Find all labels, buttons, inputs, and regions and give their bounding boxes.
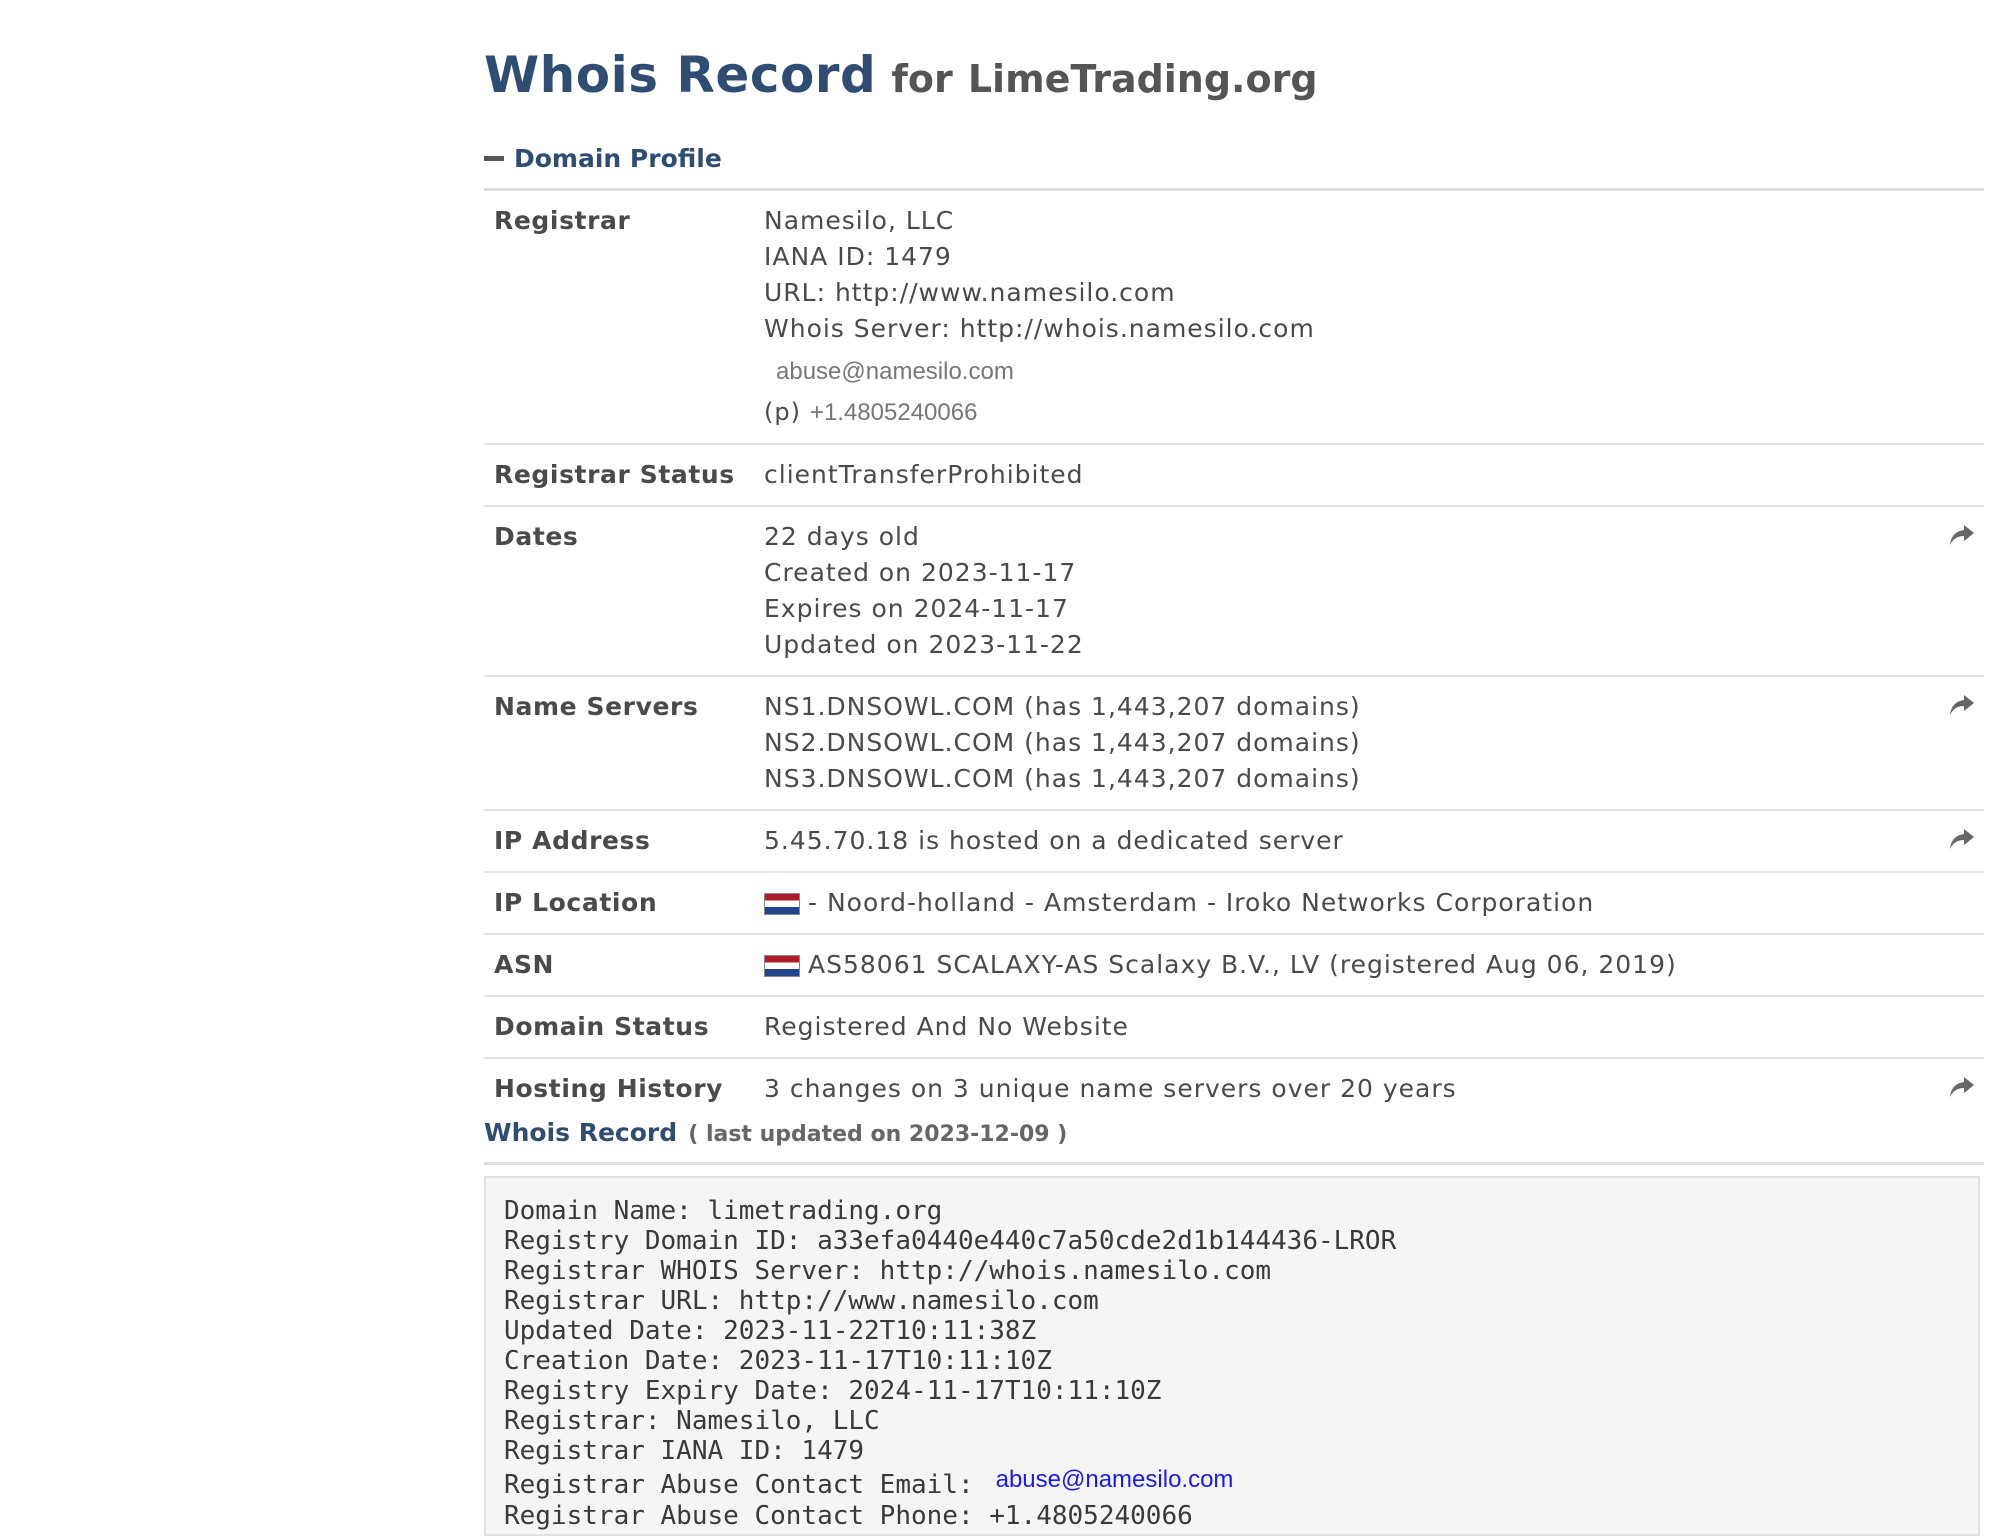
divider bbox=[484, 1162, 1984, 1165]
dates-expires: Expires on 2024-11-17 bbox=[764, 594, 1069, 623]
registrar-email: abuse@namesilo.com bbox=[764, 353, 1984, 390]
registrar-iana: IANA ID: 1479 bbox=[764, 242, 952, 271]
name-server-item: NS3.DNSOWL.COM (has 1,443,207 domains) bbox=[764, 764, 1361, 793]
page-title-for: for bbox=[891, 57, 953, 101]
registrar-status-label: Registrar Status bbox=[494, 460, 735, 489]
registrar-phone: (p) +1.4805240066 bbox=[764, 394, 1984, 431]
registrar-email-text: abuse@namesilo.com bbox=[776, 358, 1014, 385]
netherlands-flag-icon bbox=[764, 955, 800, 977]
ip-address-label: IP Address bbox=[494, 826, 651, 855]
raw-whois-line: Registrar URL: http://www.namesilo.com bbox=[504, 1286, 1099, 1316]
row-registrar-status: Registrar Status clientTransferProhibite… bbox=[484, 445, 1984, 507]
share-arrow-icon[interactable] bbox=[1948, 825, 1976, 853]
domain-profile-label: Domain Profile bbox=[514, 144, 722, 173]
share-arrow-icon[interactable] bbox=[1948, 691, 1976, 719]
ip-location-label: IP Location bbox=[494, 888, 658, 917]
row-registrar: Registrar Namesilo, LLC IANA ID: 1479 UR… bbox=[484, 191, 1984, 445]
registrar-status-value: clientTransferProhibited bbox=[764, 460, 1084, 489]
hosting-history-value: 3 changes on 3 unique name servers over … bbox=[764, 1074, 1457, 1103]
name-servers-value: NS1.DNSOWL.COM (has 1,443,207 domains) N… bbox=[764, 689, 1984, 797]
ip-location-value-wrap: - Noord-holland - Amsterdam - Iroko Netw… bbox=[764, 885, 1984, 921]
raw-whois-line: Registry Expiry Date: 2024-11-17T10:11:1… bbox=[504, 1376, 1162, 1406]
raw-whois-line: Registry Domain ID: a33efa0440e440c7a50c… bbox=[504, 1226, 1397, 1256]
page-title-main: Whois Record bbox=[484, 46, 877, 104]
dates-updated: Updated on 2023-11-22 bbox=[764, 630, 1084, 659]
whois-record-heading: Whois Record ( last updated on 2023-12-0… bbox=[484, 1118, 1067, 1147]
registrar-value: Namesilo, LLC IANA ID: 1479 URL: http://… bbox=[764, 203, 1984, 431]
page-title-domain: LimeTrading.org bbox=[967, 57, 1318, 101]
raw-whois-abuse-email-line: Registrar Abuse Contact Email: abuse@name… bbox=[504, 1466, 1960, 1501]
name-servers-label: Name Servers bbox=[494, 692, 699, 721]
asn-value-wrap: AS58061 SCALAXY-AS Scalaxy B.V., LV (reg… bbox=[764, 947, 1984, 983]
share-arrow-icon[interactable] bbox=[1948, 521, 1976, 549]
row-name-servers: Name Servers NS1.DNSOWL.COM (has 1,443,2… bbox=[484, 677, 1984, 811]
raw-whois-box: Domain Name: limetrading.org Registry Do… bbox=[484, 1176, 1980, 1536]
registrar-whois-server: Whois Server: http://whois.namesilo.com bbox=[764, 314, 1315, 343]
row-domain-status: Domain Status Registered And No Website bbox=[484, 997, 1984, 1059]
raw-whois-line: Registrar IANA ID: 1479 bbox=[504, 1436, 865, 1466]
row-ip-location: IP Location - Noord-holland - Amsterdam … bbox=[484, 873, 1984, 935]
page-title: Whois Record for LimeTrading.org bbox=[484, 46, 1318, 104]
netherlands-flag-icon bbox=[764, 893, 800, 915]
raw-whois-line: Registrar Abuse Contact Phone: +1.480524… bbox=[504, 1501, 1193, 1531]
dates-value: 22 days old Created on 2023-11-17 Expire… bbox=[764, 519, 1984, 663]
row-hosting-history: Hosting History 3 changes on 3 unique na… bbox=[484, 1059, 1984, 1119]
dates-label: Dates bbox=[494, 522, 579, 551]
abuse-email-label: Registrar Abuse Contact Email: bbox=[504, 1470, 974, 1500]
raw-whois-line: Registrar WHOIS Server: http://whois.nam… bbox=[504, 1256, 1272, 1286]
dates-created: Created on 2023-11-17 bbox=[764, 558, 1077, 587]
minus-icon bbox=[484, 156, 504, 161]
whois-record-title[interactable]: Whois Record bbox=[484, 1118, 677, 1147]
registrar-phone-text: +1.4805240066 bbox=[809, 399, 978, 426]
raw-whois-line: Registrar: Namesilo, LLC bbox=[504, 1406, 880, 1436]
domain-status-value: Registered And No Website bbox=[764, 1012, 1129, 1041]
raw-whois-line: Domain Name: limetrading.org bbox=[504, 1196, 943, 1226]
asn-value: AS58061 SCALAXY-AS Scalaxy B.V., LV (reg… bbox=[808, 950, 1677, 979]
asn-label: ASN bbox=[494, 950, 555, 979]
domain-profile-toggle[interactable]: Domain Profile bbox=[484, 144, 722, 173]
ip-location-value: - Noord-holland - Amsterdam - Iroko Netw… bbox=[808, 888, 1595, 917]
raw-whois-line: Creation Date: 2023-11-17T10:11:10Z bbox=[504, 1346, 1052, 1376]
whois-record-updated: ( last updated on 2023-12-09 ) bbox=[688, 1122, 1068, 1147]
domain-profile-table: Registrar Namesilo, LLC IANA ID: 1479 UR… bbox=[484, 188, 1984, 1119]
registrar-label: Registrar bbox=[494, 206, 631, 235]
domain-status-label: Domain Status bbox=[494, 1012, 710, 1041]
phone-prefix: (p) bbox=[764, 398, 801, 426]
name-server-item: NS2.DNSOWL.COM (has 1,443,207 domains) bbox=[764, 728, 1361, 757]
name-server-item: NS1.DNSOWL.COM (has 1,443,207 domains) bbox=[764, 692, 1361, 721]
hosting-history-label: Hosting History bbox=[494, 1074, 724, 1103]
registrar-name: Namesilo, LLC bbox=[764, 206, 955, 235]
row-dates: Dates 22 days old Created on 2023-11-17 … bbox=[484, 507, 1984, 677]
share-arrow-icon[interactable] bbox=[1948, 1073, 1976, 1101]
row-asn: ASN AS58061 SCALAXY-AS Scalaxy B.V., LV … bbox=[484, 935, 1984, 997]
dates-age: 22 days old bbox=[764, 522, 920, 551]
abuse-email-text: abuse@namesilo.com bbox=[995, 1466, 1234, 1493]
raw-whois-line: Updated Date: 2023-11-22T10:11:38Z bbox=[504, 1316, 1037, 1346]
registrar-url: URL: http://www.namesilo.com bbox=[764, 278, 1176, 307]
row-ip-address: IP Address 5.45.70.18 is hosted on a ded… bbox=[484, 811, 1984, 873]
ip-address-value: 5.45.70.18 is hosted on a dedicated serv… bbox=[764, 826, 1344, 855]
